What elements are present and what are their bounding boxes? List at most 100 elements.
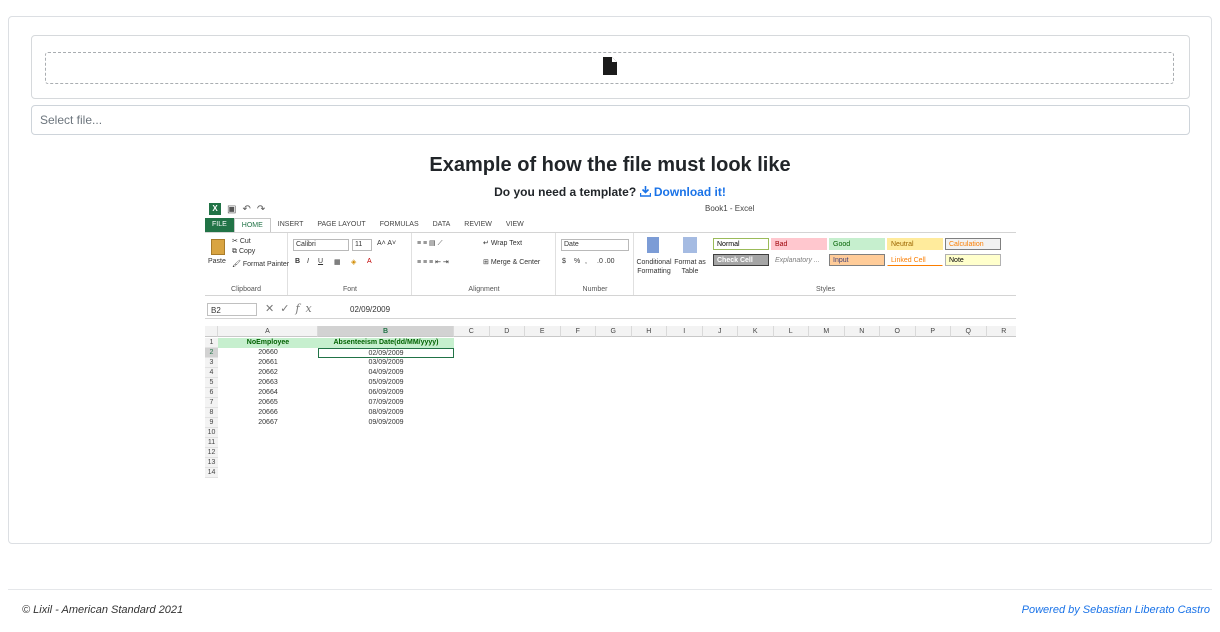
align-top-icons: ≡ ≡ ▤ ⟋ [417, 240, 443, 247]
employee-cell: 20666 [258, 409, 278, 416]
merge-center-label: ⊞ Merge & Center [483, 259, 541, 266]
column-header: H [631, 326, 667, 337]
excel-tab-review: REVIEW [464, 221, 492, 228]
alignment-group-label: Alignment [468, 286, 500, 293]
header-cell: Absenteeism Date(dd/MM/yyyy) [318, 338, 454, 348]
download-icon [639, 185, 654, 199]
row-header: 1 [205, 338, 218, 348]
date-cell: 03/09/2009 [368, 359, 404, 366]
excel-ribbon-tabs: FILE HOME INSERT PAGE LAYOUT FORMULAS DA… [205, 218, 531, 232]
date-cell: 07/09/2009 [368, 399, 404, 406]
formula-bar-icons: ✕✓fx [265, 302, 318, 315]
number-group-label: Number [582, 286, 608, 293]
excel-tab-view: VIEW [505, 221, 524, 228]
row-header: 11 [205, 438, 218, 448]
column-header: D [489, 326, 525, 337]
row-header: 7 [205, 398, 218, 408]
date-cell: 09/09/2009 [368, 419, 404, 426]
cell-style-neutral: Neutral [887, 238, 943, 250]
footer-powered-by-link[interactable]: Powered by Sebastian Liberato Castro [1022, 604, 1210, 616]
employee-cell: 20667 [258, 419, 278, 426]
row-header: 3 [205, 358, 218, 368]
employee-cell: 20662 [258, 369, 278, 376]
column-header: J [702, 326, 738, 337]
example-title: Example of how the file must look like [429, 154, 791, 176]
excel-tab-insert: INSERT [277, 221, 304, 228]
dropzone-area[interactable] [45, 52, 1174, 84]
select-file-input[interactable] [31, 105, 1190, 135]
save-icon: ▣ [227, 203, 237, 215]
border-icon: ▦ [334, 259, 341, 266]
excel-tab-data: DATA [432, 221, 451, 228]
column-header: F [560, 326, 596, 337]
excel-tab-page-layout: PAGE LAYOUT [317, 221, 366, 228]
column-header: P [915, 326, 951, 337]
ribbon-group-clipboard: Paste ✂ Cut ⧉ Copy 🖌 Format Painter Clip… [205, 233, 290, 295]
template-question: Do you need a template? [494, 185, 637, 199]
row-header: 10 [205, 428, 218, 438]
employee-cell: 20663 [258, 379, 278, 386]
format-painter-label: 🖌 Format Painter [232, 261, 290, 268]
decimal-icons: .0 .00 [597, 258, 615, 265]
excel-tab-home: HOME [233, 218, 271, 232]
employee-cell: 20664 [258, 389, 278, 396]
date-cell: 08/09/2009 [368, 409, 404, 416]
undo-icon: ↶ [242, 203, 251, 215]
column-header: A [218, 326, 318, 337]
cell-style-explanatory: Explanatory ... [771, 254, 827, 266]
column-header: K [738, 326, 774, 337]
paste-icon [211, 239, 225, 255]
column-header: G [596, 326, 632, 337]
footer-divider [8, 589, 1212, 590]
select-all-corner [205, 326, 218, 337]
column-header: C [454, 326, 490, 337]
column-header: Q [951, 326, 987, 337]
paste-label: Paste [208, 258, 226, 265]
template-prompt: Do you need a template? Download it! [0, 185, 1220, 199]
percent-label: % [574, 258, 581, 265]
excel-logo-icon: X [209, 203, 221, 215]
bold-label: B [295, 258, 301, 265]
column-header: B [318, 326, 454, 337]
format-as-table-label: Format as Table [674, 259, 706, 275]
row-header: 12 [205, 448, 218, 458]
ribbon-group-alignment: ≡ ≡ ▤ ⟋ ↵ Wrap Text ≡ ≡ ≡ ⇤ ⇥ ⊞ Merge & … [413, 233, 556, 295]
cut-label: ✂ Cut [232, 238, 251, 245]
employee-cell: 20660 [258, 349, 278, 356]
excel-quick-access: X ▣ ↶ ↷ [209, 203, 265, 215]
column-header: M [809, 326, 845, 337]
date-cell: 02/09/2009 [318, 348, 454, 358]
column-header: L [773, 326, 809, 337]
cell-style-note: Note [945, 254, 1001, 266]
row-header: 8 [205, 408, 218, 418]
download-label: Download it! [653, 185, 726, 199]
fill-color-icon: ◈ [351, 259, 357, 266]
employee-cell: 20661 [258, 359, 278, 366]
row-header: 9 [205, 418, 218, 428]
underline-label: U [318, 258, 324, 265]
redo-icon: ↷ [256, 203, 266, 215]
font-color-icon: A [367, 258, 372, 265]
cell-style-input: Input [829, 254, 885, 266]
date-cell: 06/09/2009 [368, 389, 404, 396]
file-dropzone[interactable] [31, 35, 1190, 99]
row-header: 14 [205, 468, 218, 478]
excel-titlebar: X ▣ ↶ ↷ Book1 - Excel [205, 200, 1016, 217]
cell-style-calculation: Calculation [945, 238, 1001, 250]
excel-ribbon: Paste ✂ Cut ⧉ Copy 🖌 Format Painter Clip… [205, 232, 1016, 296]
column-header: R [986, 326, 1016, 337]
format-as-table-icon [683, 237, 697, 253]
cell-style-linked-cell: Linked Cell [887, 254, 943, 266]
excel-window-title: Book1 - Excel [705, 204, 755, 213]
excel-tab-file: FILE [205, 218, 234, 232]
excel-tab-formulas: FORMULAS [379, 221, 419, 228]
column-header: I [667, 326, 703, 337]
header-cell: NoEmployee [218, 338, 318, 348]
conditional-formatting-icon [647, 237, 659, 253]
ribbon-group-number: Date $ % , .0 .00 Number [557, 233, 634, 295]
download-template-link[interactable]: Download it! [639, 185, 726, 199]
align-bottom-icons: ≡ ≡ ≡ ⇤ ⇥ [417, 259, 449, 266]
row-header: 6 [205, 388, 218, 398]
formula-value: 02/09/2009 [350, 305, 391, 314]
row-header: 2 [205, 348, 218, 358]
